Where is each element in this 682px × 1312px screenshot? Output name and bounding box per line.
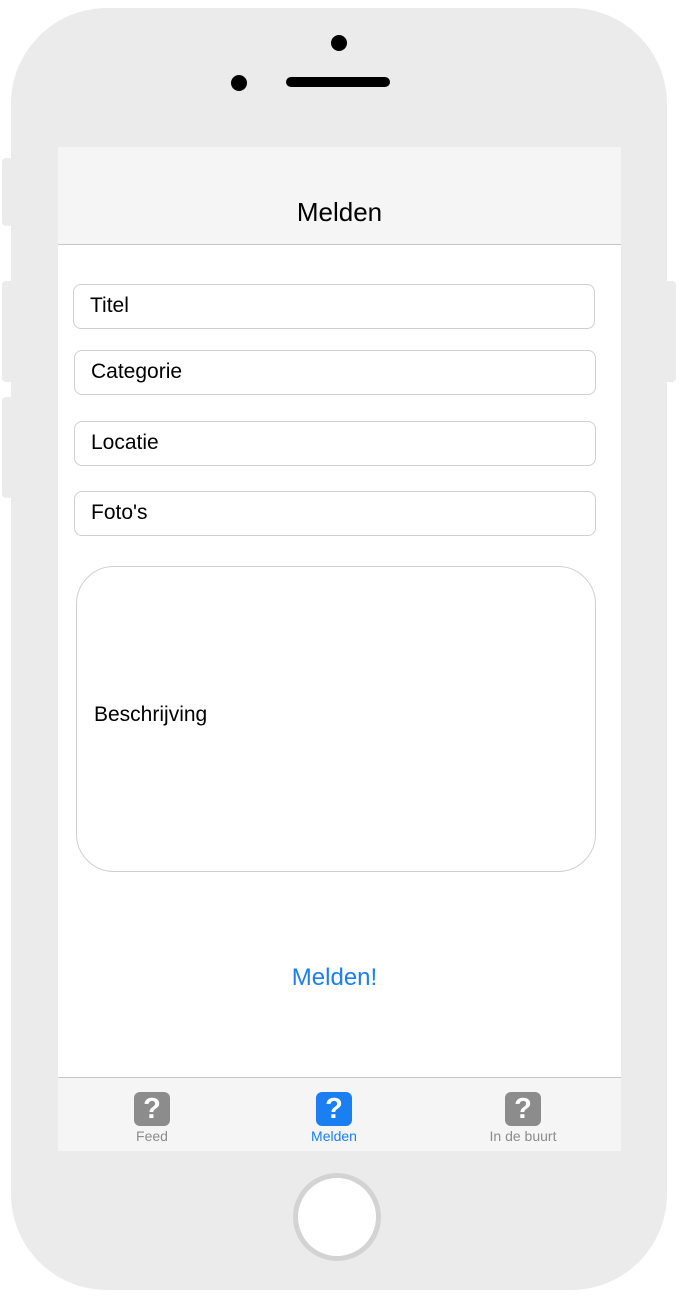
description-placeholder: Beschrijving — [94, 703, 208, 726]
tab-bar: ? Feed ? Melden ? In de buurt — [58, 1077, 621, 1151]
location-field-placeholder: Locatie — [91, 431, 159, 454]
tab-feed-label: Feed — [136, 1128, 168, 1144]
tab-in-de-buurt-label: In de buurt — [489, 1128, 557, 1144]
description-textarea[interactable]: Beschrijving — [76, 566, 596, 872]
navigation-bar: Melden — [58, 147, 621, 245]
mute-switch — [2, 158, 14, 226]
question-icon: ? — [316, 1092, 352, 1126]
home-button[interactable] — [293, 1173, 381, 1261]
question-icon: ? — [134, 1092, 170, 1126]
tab-melden[interactable]: ? Melden — [274, 1092, 394, 1144]
photos-field[interactable]: Foto's — [74, 491, 596, 536]
submit-report-button[interactable]: Melden! — [58, 964, 611, 992]
category-field[interactable]: Categorie — [74, 350, 596, 395]
tab-feed[interactable]: ? Feed — [92, 1092, 212, 1144]
front-camera — [331, 35, 347, 51]
title-field[interactable]: Titel — [73, 284, 595, 329]
volume-up-button — [2, 281, 14, 382]
question-icon: ? — [505, 1092, 541, 1126]
photos-field-placeholder: Foto's — [91, 501, 148, 524]
power-button — [664, 281, 676, 382]
location-field[interactable]: Locatie — [74, 421, 596, 466]
tab-melden-label: Melden — [311, 1128, 357, 1144]
app-screen: Melden Titel Categorie Locatie Foto's Be… — [58, 147, 621, 1151]
title-field-placeholder: Titel — [90, 294, 129, 317]
earpiece-speaker — [286, 77, 390, 87]
page-title: Melden — [296, 197, 383, 227]
tab-in-de-buurt[interactable]: ? In de buurt — [463, 1092, 583, 1144]
volume-down-button — [2, 397, 14, 498]
sensor-dot — [231, 75, 247, 91]
category-field-placeholder: Categorie — [91, 360, 183, 383]
